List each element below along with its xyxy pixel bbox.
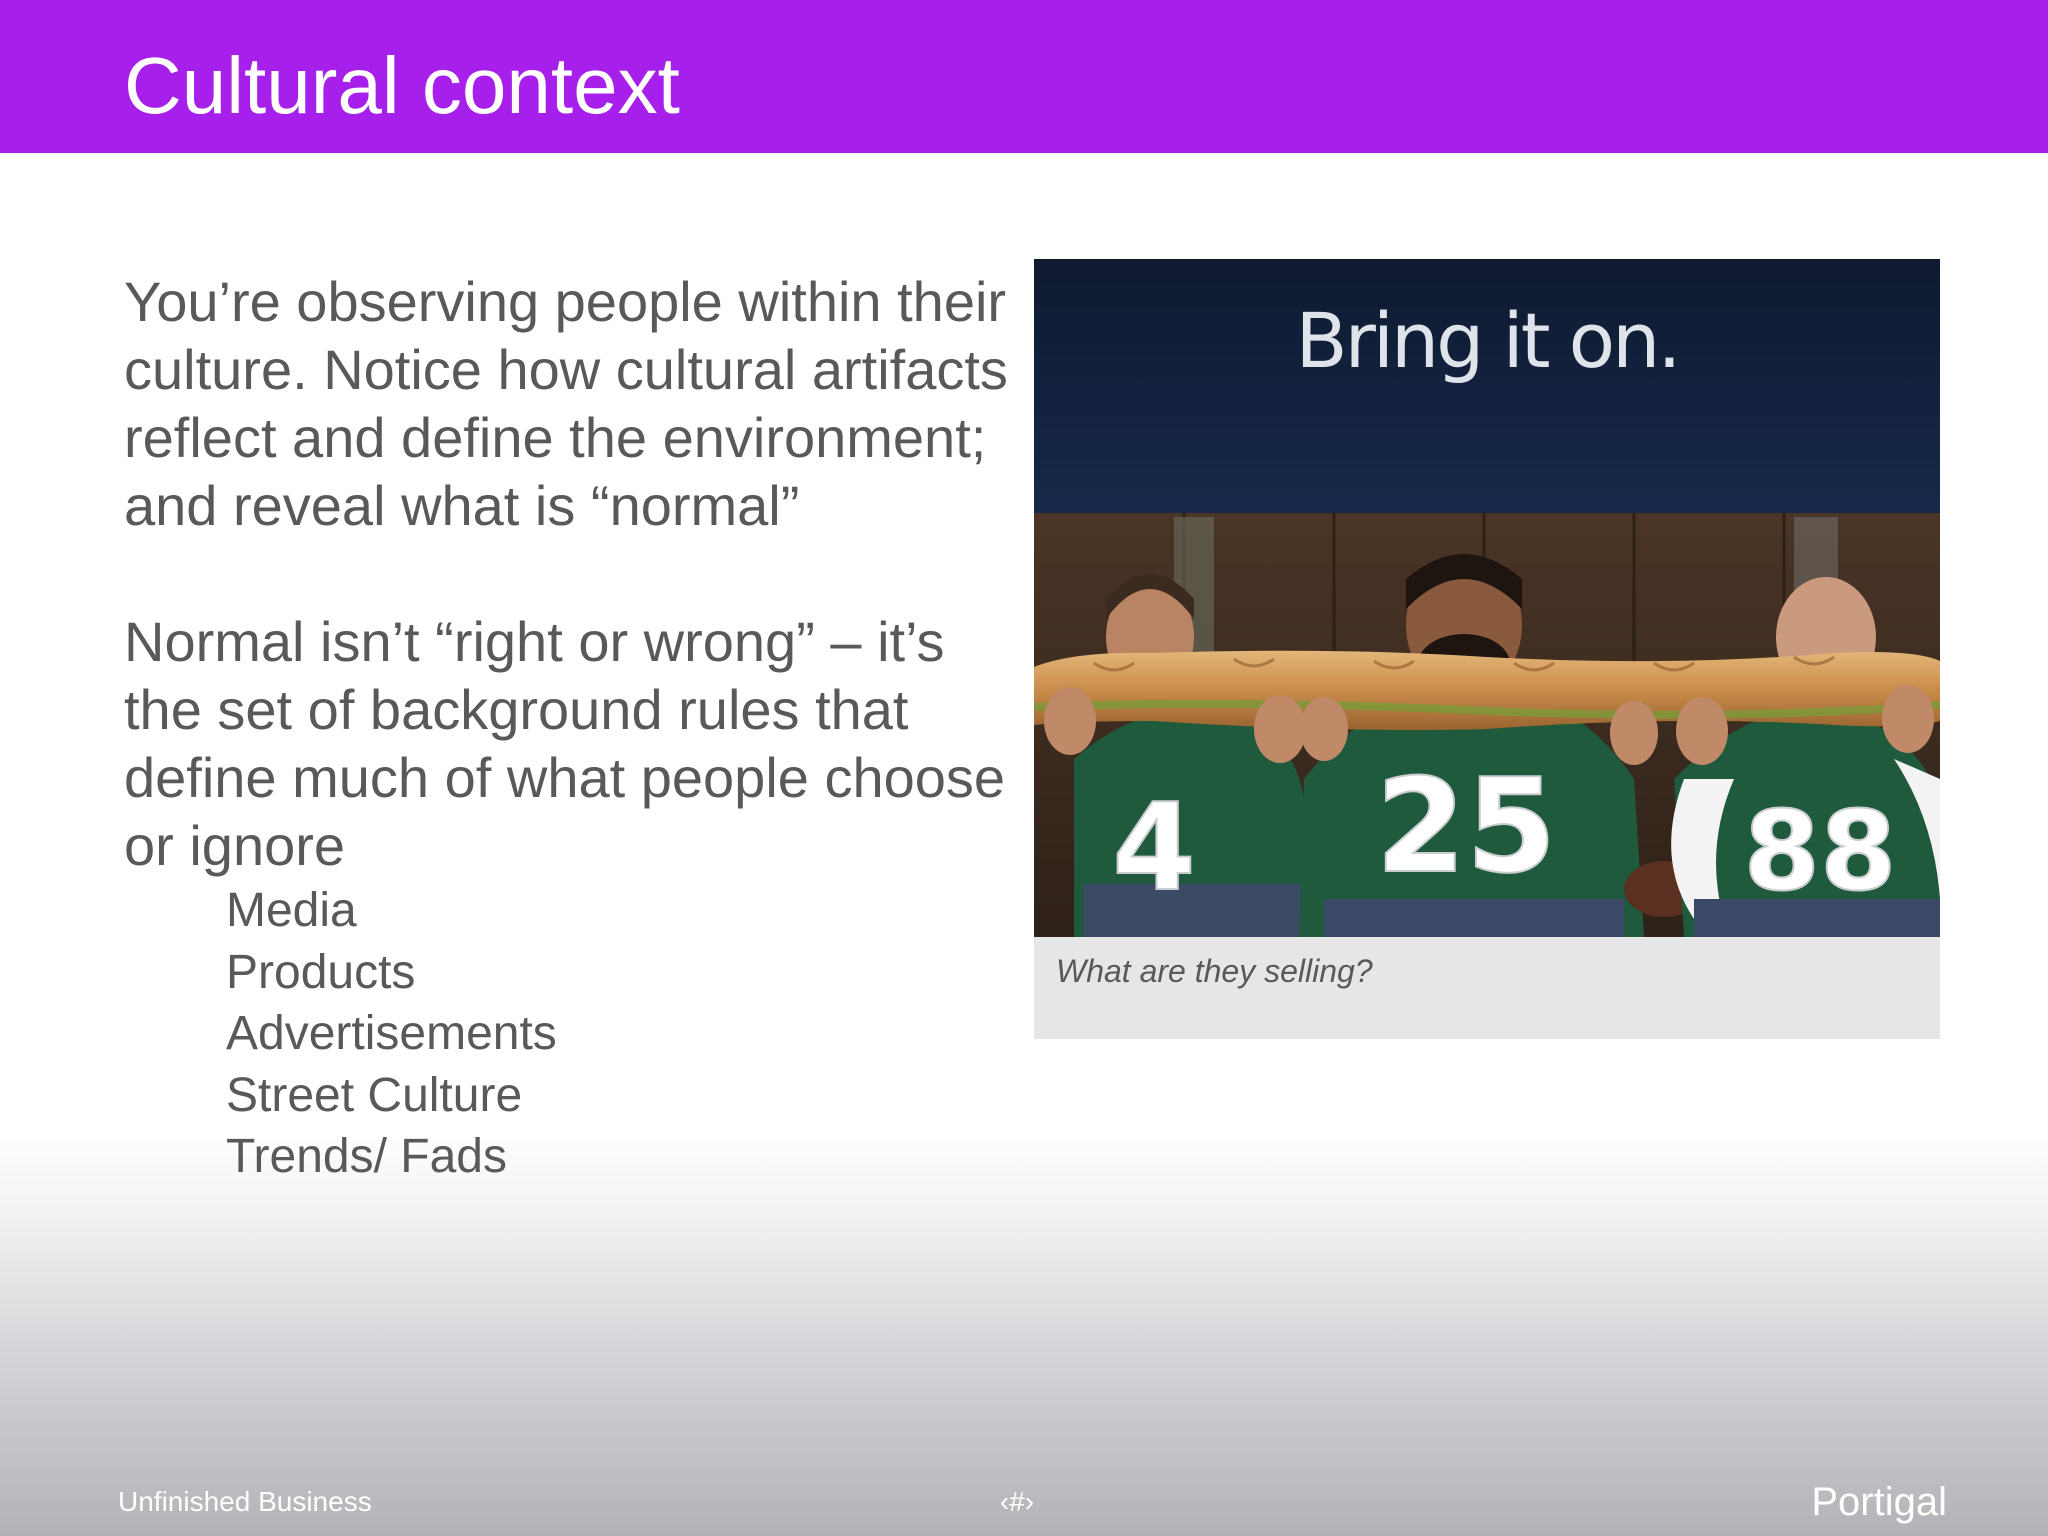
title-bar: Cultural context bbox=[0, 0, 2048, 153]
slide-number: ‹#› bbox=[999, 1486, 1035, 1517]
jersey-number-center: 25 bbox=[1376, 750, 1557, 902]
body-paragraph-1: You’re observing people within their cul… bbox=[124, 270, 1008, 537]
artifact-item-trends: Trends/ Fads bbox=[226, 1130, 507, 1183]
artifact-item-advertisements: Advertisements bbox=[226, 1007, 557, 1060]
sandwich-ad-illustration: Bring it on. 4 25 88 bbox=[1034, 259, 1940, 937]
slide-body: You’re observing people within their cul… bbox=[124, 268, 1024, 1188]
ad-headline: Bring it on. bbox=[1296, 296, 1679, 385]
artifact-item-media: Media bbox=[226, 884, 357, 937]
footer-left-text: Unfinished Business bbox=[118, 1486, 372, 1517]
footer-author: Portigal bbox=[1811, 1480, 1947, 1524]
artifact-item-street-culture: Street Culture bbox=[226, 1068, 523, 1122]
artifact-item-products: Products bbox=[226, 945, 416, 999]
jersey-number-right: 88 bbox=[1743, 787, 1896, 915]
giant-sandwich bbox=[1034, 650, 1940, 730]
jersey-number-left: 4 bbox=[1112, 779, 1196, 918]
photo-caption: What are they selling? bbox=[1056, 953, 1373, 989]
body-paragraph-2: Normal isn’t “right or wrong” – it’s the… bbox=[124, 610, 1006, 877]
advertisement-photo: Bring it on. 4 25 88 bbox=[1034, 259, 1940, 937]
advertisement-figure: Bring it on. 4 25 88 What are they selli… bbox=[1034, 259, 1940, 1039]
artifact-list: Media Products Advertisements Street Cul… bbox=[124, 880, 1024, 1188]
slide-title: Cultural context bbox=[124, 41, 680, 130]
